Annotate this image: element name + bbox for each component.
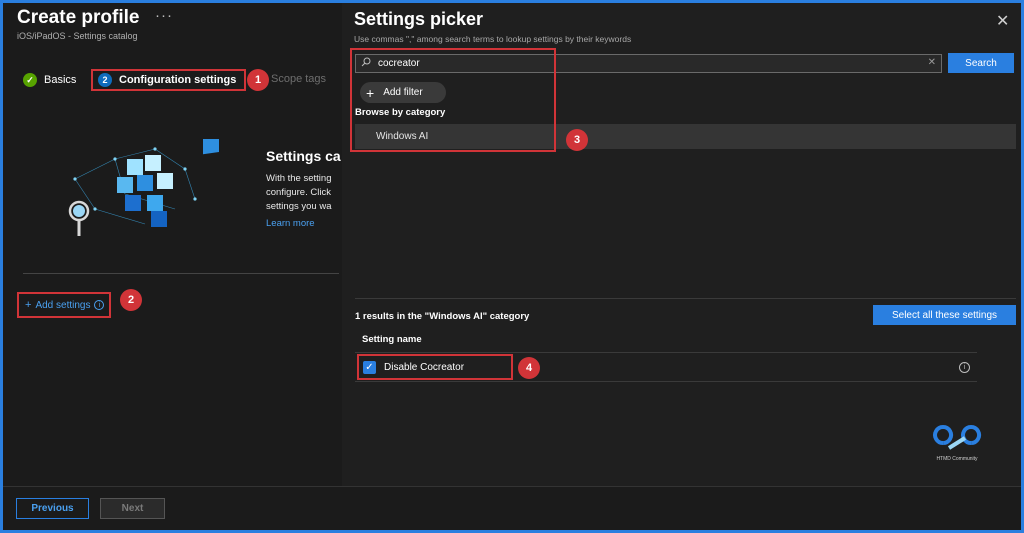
settings-picker-title: Settings picker bbox=[354, 9, 484, 29]
watermark-text: HTMD Community bbox=[936, 456, 978, 462]
table-row[interactable]: ✓ Disable Cocreator bbox=[357, 354, 513, 380]
step-scope-tags[interactable]: Scope tags bbox=[271, 73, 326, 85]
step-number-icon: 2 bbox=[98, 73, 112, 87]
callout-badge-4: 4 bbox=[518, 357, 540, 379]
settings-picker-panel: Settings picker ✕ Use commas "," among s… bbox=[342, 3, 1021, 486]
step-configuration-settings[interactable]: 2 Configuration settings bbox=[91, 69, 247, 91]
step-basics[interactable]: ✓ Basics bbox=[23, 73, 76, 87]
callout-badge-3: 3 bbox=[566, 129, 588, 151]
checkbox-checked-icon[interactable]: ✓ bbox=[363, 360, 376, 374]
page-title: Create profile bbox=[17, 7, 140, 28]
callout-badge-1: 1 bbox=[247, 69, 269, 91]
select-all-settings-button[interactable]: Select all these settings bbox=[873, 305, 1016, 325]
desc-line: With the setting bbox=[266, 173, 332, 184]
callout-badge-2: 2 bbox=[120, 289, 142, 311]
close-icon[interactable]: ✕ bbox=[996, 11, 1009, 31]
add-settings-label: Add settings bbox=[35, 299, 91, 311]
column-header-setting-name: Setting name bbox=[362, 334, 422, 345]
divider bbox=[23, 273, 339, 274]
add-settings-link[interactable]: + Add settings i bbox=[17, 292, 111, 318]
footer-divider bbox=[3, 486, 1021, 487]
results-count-label: 1 results in the "Windows AI" category bbox=[355, 311, 530, 322]
settings-catalog-illustration bbox=[68, 139, 219, 236]
next-button[interactable]: Next bbox=[100, 498, 165, 519]
app-frame: Create profile ··· iOS/iPadOS - Settings… bbox=[3, 3, 1021, 530]
plus-icon: + bbox=[25, 299, 32, 311]
setting-name: Disable Cocreator bbox=[384, 361, 465, 373]
highlight-box bbox=[350, 48, 556, 152]
settings-picker-subtitle: Use commas "," among search terms to loo… bbox=[354, 34, 632, 44]
more-options-icon[interactable]: ··· bbox=[155, 7, 173, 24]
info-icon[interactable]: i bbox=[959, 362, 970, 373]
info-icon[interactable]: i bbox=[94, 300, 105, 310]
step-config-label: Configuration settings bbox=[119, 74, 237, 86]
table-divider bbox=[355, 352, 977, 353]
previous-button[interactable]: Previous bbox=[16, 498, 89, 519]
page-subtitle: iOS/iPadOS - Settings catalog bbox=[17, 31, 138, 41]
table-divider bbox=[355, 381, 977, 382]
results-divider bbox=[355, 298, 1016, 299]
learn-more-link[interactable]: Learn more bbox=[266, 218, 315, 229]
desc-line: configure. Click bbox=[266, 187, 331, 198]
settings-catalog-description: With the setting configure. Click settin… bbox=[266, 172, 331, 214]
settings-catalog-title: Settings ca bbox=[266, 148, 341, 164]
step-basics-label: Basics bbox=[44, 74, 77, 86]
desc-line: settings you wa bbox=[266, 201, 332, 212]
clear-icon[interactable]: ✕ bbox=[928, 57, 936, 68]
search-button[interactable]: Search bbox=[948, 53, 1014, 73]
check-icon: ✓ bbox=[23, 73, 37, 87]
